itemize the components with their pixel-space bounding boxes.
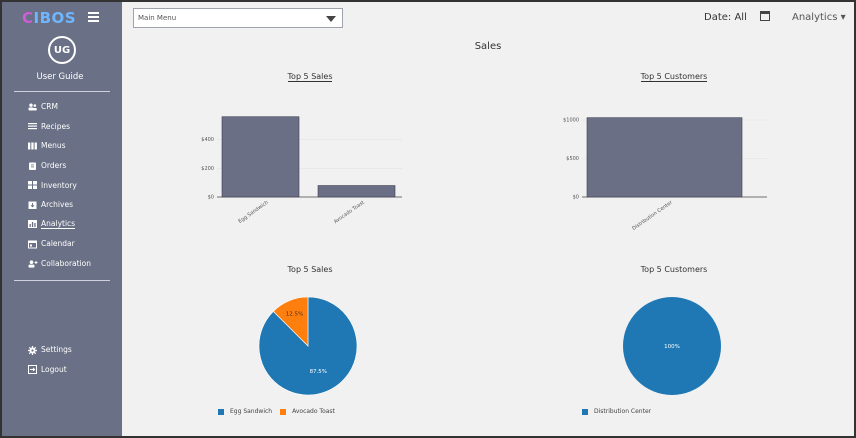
top-customers-pie-chart: 100% bbox=[623, 297, 721, 395]
legend-item[interactable]: Avocado Toast bbox=[280, 408, 335, 415]
top-sales-pie-legend: Egg Sandwich Avocado Toast bbox=[218, 408, 343, 415]
legend-label: Egg Sandwich bbox=[230, 408, 273, 415]
legend-swatch bbox=[582, 408, 588, 415]
legend-swatch bbox=[218, 408, 224, 415]
pie-value-label: 100% bbox=[664, 344, 680, 350]
legend-swatch bbox=[280, 408, 287, 415]
legend-item[interactable]: Egg Sandwich bbox=[218, 408, 272, 415]
legend-label: Distribution Center bbox=[594, 408, 652, 415]
legend-label: Avocado Toast bbox=[292, 408, 335, 415]
top-customers-pie-legend: Distribution Center bbox=[582, 408, 659, 415]
legend-item[interactable]: Distribution Center bbox=[582, 408, 651, 415]
